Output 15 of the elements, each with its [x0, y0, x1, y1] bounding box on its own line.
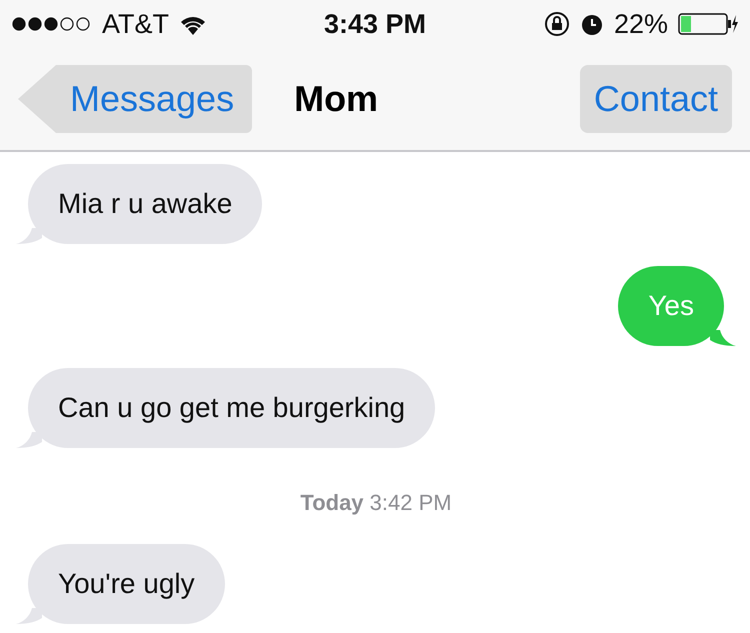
contact-button[interactable]: Contact — [580, 65, 732, 133]
rotation-lock-icon — [544, 11, 570, 37]
charging-battery-icon — [678, 13, 738, 35]
back-button[interactable]: Messages — [18, 65, 252, 133]
bubble-tail-icon — [710, 330, 736, 346]
signal-icon — [12, 17, 92, 31]
bubble-tail-icon — [16, 432, 42, 448]
carrier-name: AT&T — [102, 8, 169, 40]
alarm-icon — [580, 12, 604, 36]
battery-percentage: 22% — [614, 8, 668, 40]
bubble-tail-icon — [16, 608, 42, 624]
message-timestamp: Today 3:42 PM — [300, 489, 452, 517]
conversation-title: Mom — [293, 78, 380, 120]
bubble-tail-icon — [16, 228, 42, 244]
clock-time: 3:43 PM — [324, 8, 426, 40]
